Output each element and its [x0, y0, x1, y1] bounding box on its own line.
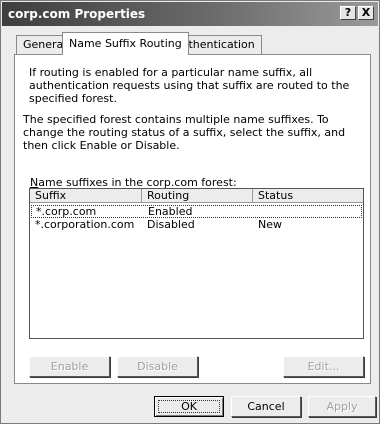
- row-suffix: *.corporation.com: [35, 218, 135, 231]
- intro-text: If routing is enabled for a particular n…: [29, 66, 350, 105]
- ok-button[interactable]: OK: [154, 396, 224, 417]
- tab-general-label: General: [23, 38, 67, 51]
- row-routing: Disabled: [147, 218, 195, 231]
- row-suffix: *.corp.com: [36, 205, 97, 218]
- disable-button-label: Disable: [137, 360, 178, 373]
- cancel-button[interactable]: Cancel: [231, 396, 301, 417]
- enable-button-label: Enable: [50, 360, 89, 373]
- close-button[interactable]: X: [358, 6, 374, 20]
- column-header-status-label: Status: [258, 189, 294, 202]
- enable-button[interactable]: Enable: [29, 356, 110, 377]
- window-title: corp.com Properties: [8, 7, 146, 21]
- suffix-list[interactable]: Suffix Routing Status *.corp.com Enabled…: [29, 188, 364, 339]
- edit-button-label: Edit...: [307, 360, 340, 373]
- column-header-status[interactable]: Status: [253, 189, 363, 203]
- ok-focus-ring: [158, 400, 220, 413]
- apply-button[interactable]: Apply: [308, 396, 376, 417]
- tab-name-suffix-routing-label: Name Suffix Routing: [69, 37, 182, 50]
- table-row[interactable]: *.corp.com Enabled: [31, 205, 362, 218]
- apply-button-label: Apply: [326, 400, 358, 413]
- instructions-text: The specified forest contains multiple n…: [23, 113, 346, 152]
- column-header-routing[interactable]: Routing: [142, 189, 253, 203]
- edit-button[interactable]: Edit...: [283, 356, 364, 377]
- close-icon: X: [361, 6, 371, 19]
- title-bar[interactable]: corp.com Properties ? X: [2, 2, 378, 26]
- column-header-suffix-label: Suffix: [35, 189, 67, 202]
- table-row[interactable]: *.corporation.com Disabled New: [31, 218, 362, 231]
- tab-panel: If routing is enabled for a particular n…: [14, 54, 371, 384]
- column-header-suffix[interactable]: Suffix: [30, 189, 142, 203]
- help-button[interactable]: ?: [340, 6, 356, 20]
- row-status: New: [258, 218, 282, 231]
- cancel-button-label: Cancel: [247, 400, 285, 413]
- help-icon: ?: [344, 6, 352, 19]
- column-header-routing-label: Routing: [147, 189, 190, 202]
- row-routing: Enabled: [148, 205, 193, 218]
- properties-dialog: corp.com Properties ? X General Name Suf…: [0, 0, 380, 424]
- tab-name-suffix-routing[interactable]: Name Suffix Routing: [62, 32, 189, 55]
- disable-button[interactable]: Disable: [117, 356, 198, 377]
